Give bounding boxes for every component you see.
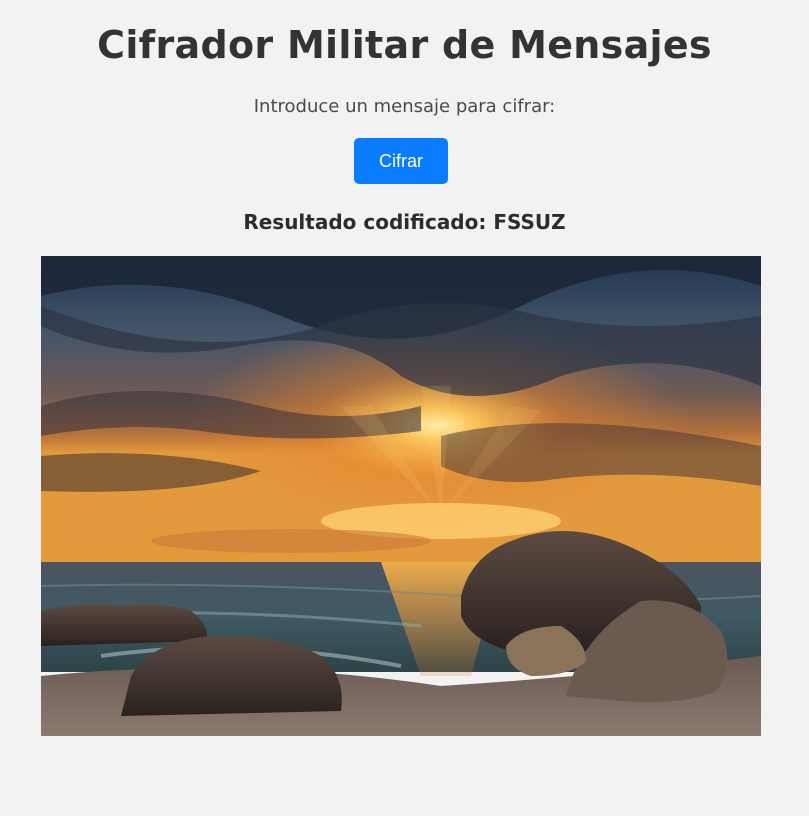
page-title: Cifrador Militar de Mensajes (97, 23, 712, 67)
encrypt-button[interactable]: Cifrar (354, 138, 448, 184)
encoded-result: Resultado codificado: FSSUZ (243, 210, 566, 234)
sunset-beach-image (41, 256, 761, 736)
input-prompt-label: Introduce un mensaje para cifrar: (253, 96, 556, 117)
app-page: Cifrador Militar de Mensajes Introduce u… (0, 0, 809, 816)
